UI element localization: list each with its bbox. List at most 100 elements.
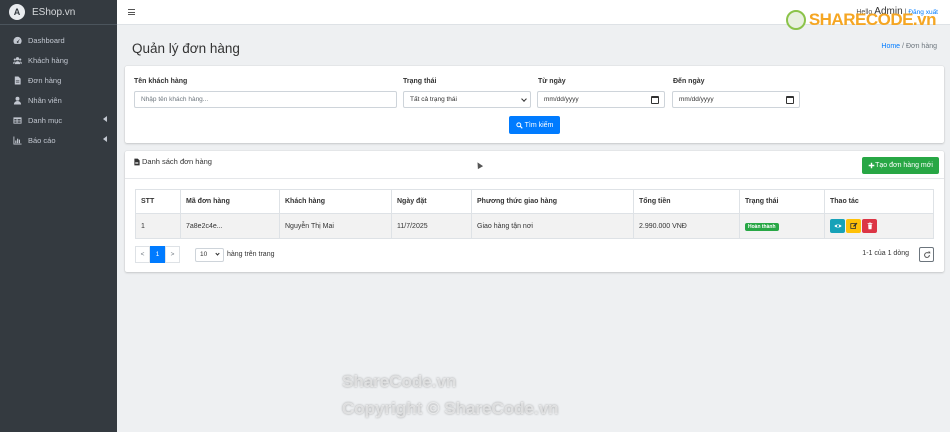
order-list-title-text: Danh sách đơn hàng: [142, 157, 212, 166]
chevron-left-icon: [103, 116, 107, 122]
plus-icon: [868, 162, 875, 169]
sidebar-item-label: Nhân viên: [28, 95, 62, 105]
brand-link[interactable]: A EShop.vn: [0, 0, 117, 25]
dashboard-icon: [13, 36, 22, 45]
from-date-input[interactable]: mm/dd/yyyy: [537, 91, 665, 108]
page-title: Quản lý đơn hàng: [132, 41, 240, 56]
table-row[interactable]: 1 7a8e2c4e... Nguyễn Thị Mai 11/7/2025 G…: [135, 213, 934, 239]
refresh-icon: [923, 251, 930, 258]
sidebar-item-label: Dashboard: [28, 35, 65, 45]
users-icon: [13, 56, 22, 65]
col-header[interactable]: Ngày đặt: [391, 189, 472, 214]
breadcrumb-home[interactable]: Home: [881, 43, 900, 50]
chevron-left-icon: [103, 136, 107, 142]
file-icon: [134, 158, 140, 165]
search-button-label: Tìm kiếm: [524, 121, 554, 129]
pagination-prev[interactable]: <: [135, 246, 150, 263]
refresh-button[interactable]: [919, 247, 934, 262]
cell-stt: 1: [135, 213, 181, 239]
from-date-value: mm/dd/yyyy: [544, 96, 579, 103]
watermark-copyright: Copyright © ShareCode.vn: [342, 399, 559, 418]
col-header[interactable]: Mã đơn hàng: [180, 189, 280, 214]
col-header[interactable]: Trạng thái: [739, 189, 825, 214]
search-icon: [515, 121, 523, 129]
cell-total: 2.990.000 VNĐ: [633, 213, 740, 239]
calendar-icon[interactable]: [651, 96, 659, 104]
status-select-value: Tất cả trạng thái: [410, 96, 457, 103]
edit-icon: [849, 222, 857, 229]
rows-per-page-label: hàng trên trang: [227, 251, 275, 258]
sharecode-logo: SHARECODE.vn: [785, 10, 937, 30]
status-badge: Hoàn thành: [745, 222, 779, 231]
file-icon: [13, 75, 22, 85]
filter-card: Tên khách hàng Nhập tên khách hàng... Tr…: [125, 66, 944, 143]
cell-actions: [824, 213, 934, 239]
col-header[interactable]: Khách hàng: [279, 189, 392, 214]
menu-toggle-icon[interactable]: [128, 9, 135, 15]
sharecode-logo-text: SHARECODE.vn: [808, 10, 937, 29]
customer-name-placeholder: Nhập tên khách hàng...: [141, 96, 209, 103]
chevron-down-icon: [521, 96, 527, 102]
sidebar-item-reports[interactable]: Báo cáo: [0, 130, 117, 150]
sidebar: A EShop.vn Dashboard Khách hàng Đơn hàng…: [0, 0, 117, 432]
order-list-card: Danh sách đơn hàng Tạo đơn hàng mới STT …: [125, 151, 944, 272]
sidebar-item-orders[interactable]: Đơn hàng: [0, 70, 117, 90]
status-select[interactable]: Tất cả trạng thái: [403, 91, 531, 108]
sidebar-item-employees[interactable]: Nhân viên: [0, 90, 117, 110]
col-header[interactable]: Phương thức giao hàng: [471, 189, 634, 214]
col-header[interactable]: STT: [135, 189, 181, 214]
calendar-icon[interactable]: [786, 96, 794, 104]
sidebar-item-label: Báo cáo: [28, 135, 56, 145]
orders-table: STT Mã đơn hàng Khách hàng Ngày đặt Phươ…: [135, 189, 934, 239]
rows-per-page-select[interactable]: 10: [195, 247, 224, 262]
sidebar-item-label: Khách hàng: [28, 55, 69, 65]
col-header[interactable]: Tổng tiền: [633, 189, 740, 214]
pagination-next[interactable]: >: [165, 246, 180, 263]
customer-name-input[interactable]: Nhập tên khách hàng...: [134, 91, 397, 108]
record-count: 1-1 của 1 dòng: [862, 250, 909, 257]
brand-logo-letter: A: [13, 7, 21, 17]
cell-shipping: Giao hàng tận nơi: [471, 213, 634, 239]
cell-date: 11/7/2025: [391, 213, 472, 239]
trash-icon: [867, 222, 872, 230]
from-date-label: Từ ngày: [538, 78, 566, 85]
pagination: < 1 > 10 hàng trên trang: [135, 246, 274, 263]
chart-icon: [13, 135, 22, 145]
sidebar-item-label: Đơn hàng: [28, 75, 62, 85]
chevron-down-icon: [215, 250, 220, 256]
eye-icon: [833, 224, 842, 228]
to-date-value: mm/dd/yyyy: [679, 96, 714, 103]
col-header: Thao tác: [824, 189, 934, 214]
create-order-button[interactable]: Tạo đơn hàng mới: [862, 157, 939, 174]
pagination-page[interactable]: 1: [150, 246, 165, 263]
view-button[interactable]: [830, 219, 845, 233]
sharecode-logo-icon: [785, 10, 806, 30]
search-button[interactable]: Tìm kiếm: [509, 116, 560, 134]
to-date-label: Đến ngày: [673, 78, 705, 85]
cell-customer: Nguyễn Thị Mai: [279, 213, 392, 239]
status-label: Trạng thái: [403, 78, 437, 85]
delete-button[interactable]: [862, 219, 877, 233]
breadcrumb-current: Đơn hàng: [905, 43, 937, 50]
edit-button[interactable]: [846, 219, 861, 233]
sidebar-item-categories[interactable]: Danh mục: [0, 110, 117, 130]
to-date-input[interactable]: mm/dd/yyyy: [672, 91, 800, 108]
brand-name: EShop.vn: [32, 6, 76, 18]
breadcrumb-separator: /: [902, 43, 904, 50]
rows-per-page-value: 10: [200, 251, 208, 258]
brand-logo-icon: A: [9, 4, 25, 20]
sidebar-item-customers[interactable]: Khách hàng: [0, 50, 117, 70]
sidebar-item-label: Danh mục: [28, 115, 63, 125]
sidebar-item-dashboard[interactable]: Dashboard: [0, 30, 117, 50]
watermark-text: ShareCode.vn: [342, 372, 457, 391]
table-header-row: STT Mã đơn hàng Khách hàng Ngày đặt Phươ…: [135, 189, 934, 214]
create-order-label: Tạo đơn hàng mới: [875, 162, 933, 169]
order-list-title: Danh sách đơn hàng: [134, 157, 212, 166]
user-icon: [13, 96, 22, 105]
card-divider: [125, 178, 944, 179]
customer-name-label: Tên khách hàng: [134, 78, 188, 85]
breadcrumb: Home / Đơn hàng: [881, 43, 937, 50]
sidebar-nav: Dashboard Khách hàng Đơn hàng Nhân viên …: [0, 25, 117, 150]
cell-order-code: 7a8e2c4e...: [180, 213, 280, 239]
cell-status: Hoàn thành: [739, 213, 825, 239]
